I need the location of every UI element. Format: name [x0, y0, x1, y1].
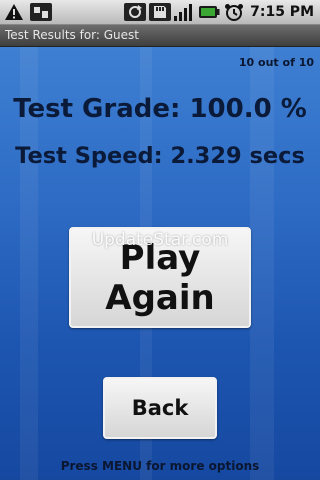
alarm-icon: [225, 4, 243, 21]
results-screen: 10 out of 10 Test Grade: 100.0 % Test Sp…: [0, 47, 320, 480]
status-bar: 7:15 PM: [0, 0, 320, 25]
watermark: UpdateStar.com: [91, 230, 229, 250]
sync-icon: [124, 3, 146, 21]
menu-hint: Press MENU for more options: [60, 459, 260, 473]
battery-icon: [199, 6, 220, 18]
signal-icon: [174, 4, 192, 21]
usb-debugging-icon: [30, 3, 52, 21]
title-bar: Test Results for: Guest: [0, 25, 320, 47]
test-grade: Test Grade: 100.0 %: [13, 94, 307, 124]
clock: 7:15 PM: [250, 4, 314, 20]
play-again-label-line2: Again: [105, 278, 215, 318]
question-progress: 10 out of 10: [238, 56, 314, 69]
back-button[interactable]: Back: [103, 377, 217, 439]
test-speed: Test Speed: 2.329 secs: [15, 143, 305, 169]
warning-icon: [5, 4, 23, 20]
sd-card-icon: [149, 3, 171, 21]
window-title: Test Results for: Guest: [5, 28, 139, 42]
